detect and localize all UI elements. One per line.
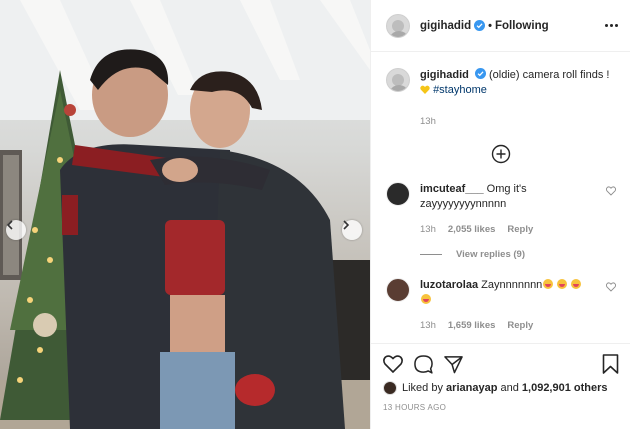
comment-item: imcuteaf___ Omg it's zayyyyyyyynnnnn 13h… [386, 182, 616, 235]
heart-eyes-emoji-icon [571, 279, 582, 289]
follow-status-button[interactable]: Following [495, 20, 549, 32]
carousel-prev-button[interactable] [6, 220, 26, 240]
heart-icon [383, 355, 403, 373]
liked-by-user-link[interactable]: arianayap [446, 382, 497, 394]
comment-username[interactable]: luzotarolaa [420, 279, 478, 291]
heart-icon[interactable] [606, 186, 616, 196]
comment-reply-button[interactable]: Reply [507, 224, 533, 235]
commenter-avatar[interactable] [386, 182, 410, 206]
carousel-next-button[interactable] [342, 220, 362, 240]
chevron-right-icon [343, 220, 350, 230]
replies-divider [420, 254, 442, 255]
verified-badge-icon [474, 68, 486, 79]
comment-text: imcuteaf___ Omg it's zayyyyyyyynnnnn [420, 182, 598, 212]
load-more-plus-icon [491, 144, 511, 164]
author-username[interactable]: gigihadid [420, 20, 471, 32]
comment-body: Zaynnnnnnn [481, 279, 543, 291]
commenter-avatar[interactable] [386, 278, 410, 302]
comment-username[interactable]: imcuteaf___ [420, 183, 484, 195]
comment-item: luzotarolaa Zaynnnnnnn 13h 1,659 likes R… [386, 278, 616, 331]
author-avatar-small[interactable] [386, 68, 410, 92]
share-button[interactable] [444, 355, 463, 374]
liked-by-others-link[interactable]: 1,092,901 others [522, 382, 608, 394]
verified-badge-icon [474, 20, 486, 31]
more-options-icon[interactable] [605, 24, 618, 27]
photo-illustration [0, 0, 370, 429]
yellow-heart-icon [420, 85, 430, 94]
chevron-left-icon [6, 220, 13, 230]
post-side-panel: gigihadid • Following gigihadid (oldie) … [370, 0, 630, 429]
comment-reply-button[interactable]: Reply [507, 320, 533, 331]
liked-by-prefix: Liked by [402, 382, 443, 394]
load-more-comments-button[interactable] [386, 144, 616, 164]
comment-likes-link[interactable]: 1,659 likes [448, 320, 496, 331]
comment-time: 13h [420, 224, 436, 235]
post-header: gigihadid • Following [371, 0, 630, 52]
caption-username[interactable]: gigihadid [420, 69, 469, 81]
post-actions: Liked by arianayap and 1,092,901 others … [371, 343, 630, 412]
separator-dot: • [488, 19, 492, 32]
comment-meta: 13h 2,055 likes Reply [420, 224, 598, 235]
heart-eyes-emoji-icon [557, 279, 568, 289]
like-button[interactable] [383, 355, 403, 373]
comments-section[interactable]: gigihadid (oldie) camera roll finds ! #s… [371, 52, 630, 343]
view-replies-label: View replies (9) [456, 249, 525, 260]
caption-body: (oldie) camera roll finds ! [489, 69, 610, 81]
caption-hashtag-link[interactable]: #stayhome [433, 84, 487, 96]
post-photo[interactable] [0, 0, 370, 429]
heart-eyes-emoji-icon [543, 279, 554, 289]
action-icons-row [383, 353, 619, 375]
post-timestamp[interactable]: 13 HOURS AGO [383, 403, 619, 412]
author-avatar[interactable] [386, 13, 410, 38]
share-icon [444, 355, 463, 373]
comment-icon [414, 354, 433, 374]
comment-likes-link[interactable]: 2,055 likes [448, 224, 496, 235]
comment-text: luzotarolaa Zaynnnnnnn [420, 278, 582, 308]
liker-avatar[interactable] [383, 381, 397, 395]
heart-icon[interactable] [606, 282, 616, 292]
likes-summary: Liked by arianayap and 1,092,901 others [383, 381, 619, 395]
caption-timestamp: 13h [420, 116, 436, 127]
caption-text: gigihadid (oldie) camera roll finds ! #s… [420, 68, 609, 98]
comment-meta: 13h 1,659 likes Reply [420, 320, 581, 331]
view-replies-button[interactable]: View replies (9) [420, 249, 616, 260]
comment-time: 13h [420, 320, 436, 331]
save-button[interactable] [602, 354, 619, 374]
comment-button[interactable] [414, 354, 433, 374]
bookmark-icon [602, 354, 619, 374]
caption: gigihadid (oldie) camera roll finds ! #s… [386, 68, 616, 98]
liked-by-and: and [500, 382, 519, 394]
heart-eyes-emoji-icon [421, 294, 431, 304]
instagram-post-view: gigihadid • Following gigihadid (oldie) … [0, 0, 630, 429]
